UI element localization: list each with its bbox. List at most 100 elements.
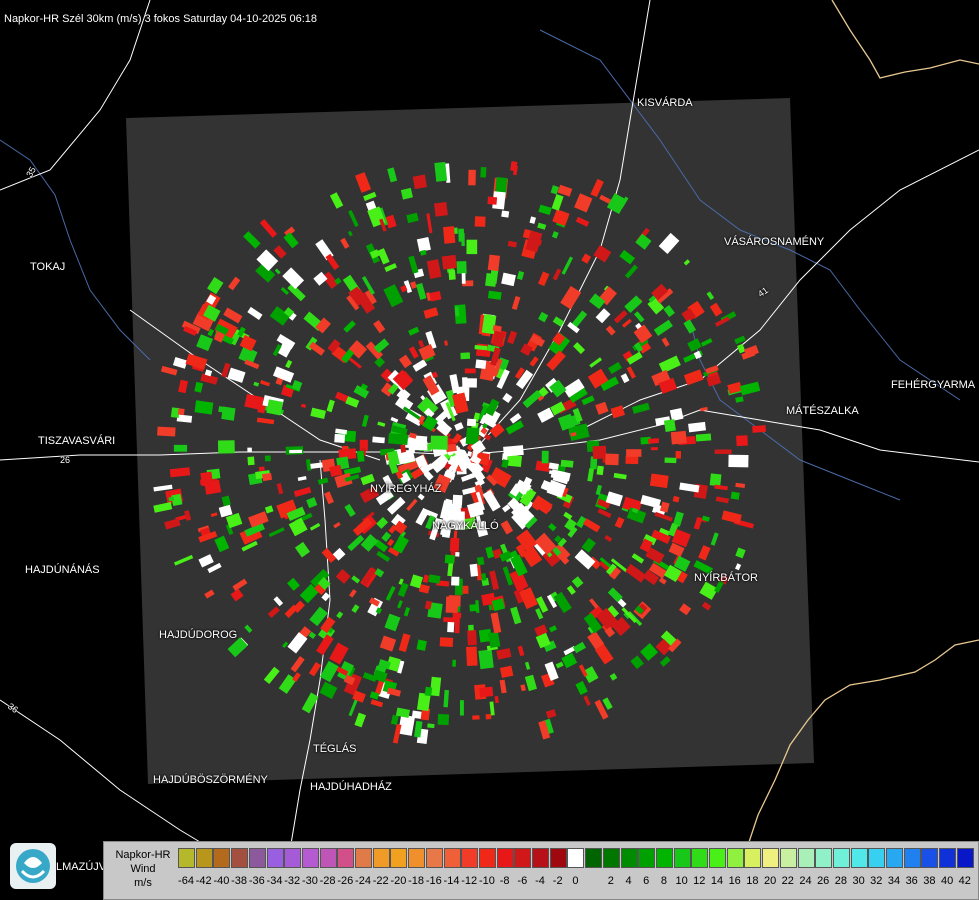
radar-echo: [626, 449, 642, 457]
radar-echo: [247, 456, 255, 466]
legend-swatch: [797, 848, 815, 868]
legend-swatch: [514, 848, 532, 868]
radar-echo: [439, 637, 454, 647]
legend-swatch: [355, 848, 372, 868]
radar-echo: [650, 447, 658, 451]
city-label-hajdudorog: HAJDÚDOROG: [159, 629, 238, 641]
radar-echo: [456, 261, 467, 274]
legend-tick-label: -12: [461, 875, 478, 887]
map-title: Napkor-HR Szél 30km (m/s) 3 fokos Saturd…: [4, 13, 318, 25]
radar-echo: [452, 659, 456, 667]
city-label-mateszalka: MÁTÉSZALKA: [786, 405, 859, 417]
radar-echo: [468, 169, 476, 186]
radar-echo: [474, 216, 486, 227]
radar-echo: [452, 494, 463, 506]
radar-echo: [458, 228, 465, 242]
radar-echo: [157, 426, 176, 437]
legend-tick-label: 20: [763, 875, 777, 887]
radar-echo: [173, 444, 188, 452]
legend-tick-label: 40: [940, 875, 954, 887]
legend-swatch: [425, 848, 443, 868]
radar-echo: [434, 161, 448, 182]
radar-echo: [664, 457, 677, 464]
radar-echo: [625, 455, 639, 465]
radar-echo: [388, 433, 409, 445]
legend-tick-label: -32: [284, 875, 301, 887]
radar-echo: [663, 419, 676, 433]
legend-tick-label: 14: [710, 875, 724, 887]
legend-swatch: [372, 848, 390, 868]
radar-echo: [437, 713, 450, 726]
legend-swatch: [231, 848, 249, 868]
legend-swatch: [726, 848, 744, 868]
radar-echo: [449, 537, 460, 552]
radar-echo: [289, 449, 303, 454]
city-label-vasarosnameny: VÁSÁROSNAMÉNY: [724, 236, 825, 248]
radar-echo: [472, 715, 480, 720]
radar-map: [0, 0, 979, 900]
radar-echo: [372, 436, 385, 444]
legend-tick-label: -34: [266, 875, 283, 887]
city-label-nyiregyhaza: NYÍREGYHÁZ: [370, 483, 442, 495]
radar-echo: [480, 167, 487, 178]
legend-swatch: [779, 848, 797, 868]
city-label-kisvarda: KISVÁRDA: [637, 97, 693, 109]
legend-tick-label: -36: [248, 875, 265, 887]
radar-echo: [448, 269, 456, 281]
radar-echo: [503, 445, 524, 457]
legend-tick-label: -28: [319, 875, 336, 887]
radar-echo: [730, 491, 740, 500]
radar-echo: [356, 450, 365, 463]
legend-title: Napkor-HR Wind m/s: [108, 848, 178, 890]
radar-echo: [460, 352, 471, 360]
legend-tick-label: -8: [499, 875, 510, 887]
legend-tick-label: -10: [478, 875, 495, 887]
legend-swatch: [532, 848, 549, 868]
legend-tick-label: 24: [799, 875, 812, 887]
legend-tick-label: -22: [372, 875, 389, 887]
legend-swatch: [567, 848, 585, 868]
legend-tick-label: -38: [231, 875, 248, 887]
legend-tick-label: -64: [178, 875, 194, 887]
city-label-hajduhadhaz: HAJDÚHADHÁZ: [310, 781, 392, 793]
legend-swatch: [461, 848, 479, 868]
radar-echo: [466, 239, 478, 255]
legend-tick-label: 10: [675, 875, 688, 887]
legend-tick-label: -2: [552, 875, 563, 887]
radar-echo: [695, 433, 712, 442]
radar-echo: [479, 686, 494, 698]
radar-echo: [481, 314, 497, 335]
radar-echo: [670, 430, 687, 445]
legend-swatch: [248, 848, 266, 868]
radar-echo: [466, 418, 477, 427]
radar-echo: [647, 438, 660, 444]
radar-echo: [461, 273, 466, 284]
color-legend: Napkor-HR Wind m/s -64 -42 -40 -38 -36 -34 -32…: [103, 841, 979, 900]
radar-echo: [478, 649, 494, 670]
radar-echo: [194, 400, 214, 415]
legend-tick-label: 0: [572, 875, 579, 887]
radar-echo: [441, 254, 457, 270]
legend-swatch: [408, 848, 426, 868]
radar-echo: [408, 441, 428, 451]
legend-tick-label: -6: [517, 875, 528, 887]
radar-echo: [258, 466, 265, 472]
legend-tick-label: 12: [693, 875, 706, 887]
radar-echo: [485, 713, 492, 720]
road-number-26: 26: [60, 455, 71, 465]
legend-swatch: [939, 848, 957, 868]
radar-echo: [262, 472, 273, 482]
legend-swatch: [762, 848, 780, 868]
radar-echo: [501, 210, 510, 218]
legend-swatch: [673, 848, 691, 868]
legend-tick-label: -18: [408, 875, 425, 887]
legend-tick-label: -14: [443, 875, 460, 887]
legend-swatch: [868, 848, 886, 868]
radar-echo: [454, 614, 460, 634]
radar-echo: [541, 450, 549, 464]
radar-echo: [487, 196, 498, 205]
radar-echo: [592, 445, 607, 459]
legend-tick-label: -40: [213, 875, 230, 887]
radar-echo: [469, 563, 479, 577]
city-label-nagykallo: NAGYKÁLLÓ: [432, 520, 499, 532]
